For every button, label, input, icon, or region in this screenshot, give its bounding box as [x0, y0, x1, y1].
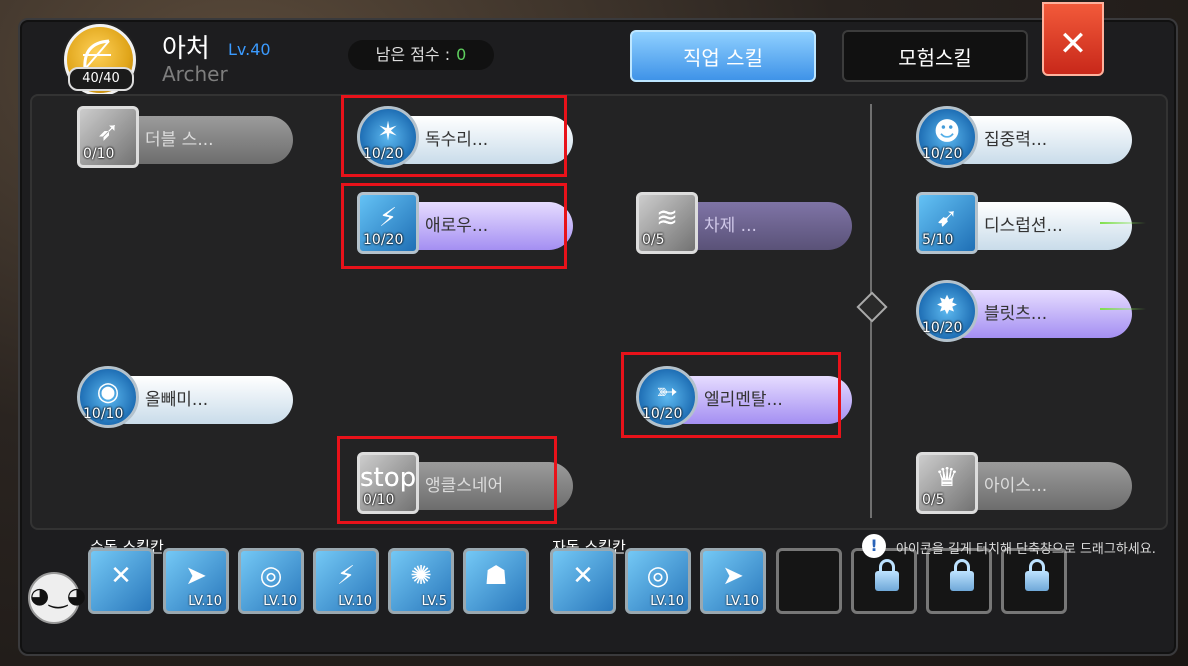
skill-level: 5/10	[922, 232, 954, 248]
skill-glyph: ◉	[96, 377, 120, 407]
skill-level: 10/20	[922, 146, 963, 162]
tab-job-skill[interactable]: 직업 스킬	[630, 30, 816, 82]
skill-level: 0/5	[922, 492, 945, 508]
dash-figure-icon: ➤	[722, 561, 744, 591]
skill-level: 0/10	[83, 146, 115, 162]
skill-level: 10/20	[922, 320, 963, 336]
highlight-box	[337, 436, 557, 524]
lock-icon	[1025, 571, 1049, 591]
remaining-points-label: 남은 점수 :	[375, 45, 451, 64]
auto-slot-locked	[1001, 548, 1067, 614]
skill-slot[interactable]: ◎ LV.10	[238, 548, 304, 614]
class-point-counter: 40/40	[68, 67, 134, 91]
class-level: Lv.40	[228, 40, 271, 59]
skill-slot[interactable]: ☗	[463, 548, 529, 614]
close-button[interactable]: ✕	[1042, 2, 1104, 76]
skill-slot[interactable]: ◎ LV.10	[625, 548, 691, 614]
skill-glyph: ♛	[935, 463, 959, 493]
shield-swirl-icon: ◎	[646, 561, 670, 591]
skill-glyph: ≋	[656, 203, 678, 233]
skill-glyph: ✸	[936, 291, 958, 321]
window-header: 40/40 아처 Lv.40 Archer 남은 점수 : 0 직업 스킬 모험스…	[20, 2, 1176, 98]
skill-slot[interactable]: ➤ LV.10	[700, 548, 766, 614]
slot-level: LV.10	[188, 594, 222, 609]
highlight-box	[621, 352, 841, 438]
close-icon: ✕	[1058, 24, 1088, 64]
tab-adventure-skill[interactable]: 모험스킬	[842, 30, 1028, 82]
slot-level: LV.10	[725, 594, 759, 609]
info-icon: !	[862, 534, 886, 558]
class-subtitle: Archer	[162, 62, 228, 86]
avatar[interactable]: ◕‿◕	[28, 572, 87, 624]
skill-level: 0/5	[642, 232, 665, 248]
cat-face-icon: ◕‿◕	[30, 584, 87, 609]
shield-swirl-icon: ◎	[259, 561, 283, 591]
skill-level: 10/10	[83, 406, 124, 422]
skill-slot[interactable]: ✺ LV.5	[388, 548, 454, 614]
highlight-box	[341, 95, 567, 177]
drag-hint: 아이콘을 길게 터치해 단축창으로 드래그하세요.	[896, 542, 1156, 557]
skill-link-line	[1100, 308, 1146, 310]
skill-slot[interactable]: ✕	[550, 548, 616, 614]
class-name: 아처	[162, 34, 210, 64]
skill-slot[interactable]: ➤ LV.10	[163, 548, 229, 614]
remaining-points-value: 0	[456, 45, 467, 64]
slot-level: LV.10	[338, 594, 372, 609]
broken-sword-icon: ✕	[110, 561, 132, 591]
lock-icon	[875, 571, 899, 591]
skill-slot[interactable]: ✕	[88, 548, 154, 614]
burst-icon: ✺	[410, 561, 432, 591]
auto-slot-locked	[926, 548, 992, 614]
skill-glyph: ☻	[933, 117, 961, 147]
skill-slot[interactable]: ⚡ LV.10	[313, 548, 379, 614]
lock-icon	[950, 571, 974, 591]
remaining-points: 남은 점수 : 0	[348, 40, 494, 70]
broken-sword-icon: ✕	[572, 561, 594, 591]
rest-icon: ☗	[484, 561, 508, 591]
highlight-box	[341, 183, 567, 269]
slot-level: LV.5	[421, 594, 447, 609]
skill-link-line	[1100, 222, 1146, 224]
divider-ornament-icon	[856, 291, 888, 323]
slot-level: LV.10	[650, 594, 684, 609]
skill-glyph: ➶	[97, 117, 119, 147]
slot-level: LV.10	[263, 594, 297, 609]
auto-slot-locked	[851, 548, 917, 614]
arrows-icon: ⚡	[336, 561, 356, 591]
auto-slot-empty[interactable]	[776, 548, 842, 614]
skill-glyph: ➹	[936, 203, 958, 233]
dash-figure-icon: ➤	[185, 561, 207, 591]
